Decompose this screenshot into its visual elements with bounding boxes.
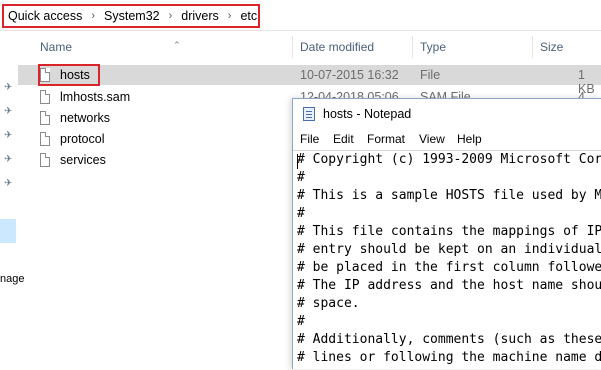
text-line: # This is a sample HOSTS file used by Mi… xyxy=(297,188,601,203)
text-line: # space. xyxy=(297,296,360,311)
navigation-pane: ✈ ✈ ✈ ✈ ✈ nage xyxy=(0,31,24,368)
breadcrumb-system32[interactable]: System32 xyxy=(104,9,160,23)
notepad-icon xyxy=(303,107,315,121)
text-line: # The IP address and the host name shoul… xyxy=(297,278,601,293)
file-date: 10-07-2015 16:32 xyxy=(300,68,399,82)
pin-icon[interactable]: ✈ xyxy=(4,179,14,189)
chevron-right-icon[interactable]: › xyxy=(169,10,173,22)
column-divider[interactable] xyxy=(532,36,533,58)
menu-view[interactable]: View xyxy=(419,132,445,146)
pin-icon[interactable]: ✈ xyxy=(4,131,14,141)
column-divider[interactable] xyxy=(292,36,293,58)
pin-icon[interactable]: ✈ xyxy=(4,155,14,165)
file-icon xyxy=(40,90,50,104)
file-icon xyxy=(40,153,50,167)
menu-file[interactable]: File xyxy=(300,132,319,146)
column-date-modified[interactable]: Date modified xyxy=(300,40,374,54)
name-highlight-box xyxy=(38,64,100,86)
column-size[interactable]: Size xyxy=(540,40,563,54)
menu-format[interactable]: Format xyxy=(367,132,405,146)
column-header: Name ⌃ Date modified Type Size xyxy=(18,36,601,58)
file-name[interactable]: networks xyxy=(60,111,110,125)
file-type: File xyxy=(420,68,441,82)
menu-bar: File Edit Format View Help xyxy=(293,129,601,149)
file-name[interactable]: lmhosts.sam xyxy=(60,90,130,104)
file-icon xyxy=(40,132,50,146)
text-line: # xyxy=(297,170,305,185)
column-type[interactable]: Type xyxy=(420,40,446,54)
file-name[interactable]: protocol xyxy=(60,132,104,146)
chevron-right-icon[interactable]: › xyxy=(228,10,232,22)
nav-item-selected[interactable] xyxy=(0,219,16,243)
menu-edit[interactable]: Edit xyxy=(333,132,354,146)
notepad-window[interactable]: hosts - Notepad File Edit Format View He… xyxy=(292,98,601,369)
file-row-hosts[interactable]: hosts 10-07-2015 16:32 File 1 KB xyxy=(18,65,601,96)
text-line: # lines or following the machine name de… xyxy=(297,350,601,365)
breadcrumb[interactable]: Quick access › System32 › drivers › etc xyxy=(2,4,260,28)
window-title: hosts - Notepad xyxy=(323,107,412,121)
pin-icon[interactable]: ✈ xyxy=(4,83,14,93)
breadcrumb-quick-access[interactable]: Quick access xyxy=(8,9,82,23)
breadcrumb-drivers[interactable]: drivers xyxy=(181,9,219,23)
text-line: # This file contains the mappings of IP … xyxy=(297,224,601,239)
nav-item-label[interactable]: nage xyxy=(0,273,24,285)
text-editor[interactable]: # Copyright (c) 1993-2009 Microsoft Corp… xyxy=(293,150,601,370)
notepad-title-bar[interactable]: hosts - Notepad xyxy=(293,99,601,129)
file-name[interactable]: services xyxy=(60,153,106,167)
address-bar[interactable]: Quick access › System32 › drivers › etc xyxy=(0,0,601,31)
text-line: # Additionally, comments (such as these)… xyxy=(297,332,601,347)
menu-help[interactable]: Help xyxy=(457,132,482,146)
breadcrumb-etc[interactable]: etc xyxy=(240,9,257,23)
file-icon xyxy=(40,111,50,125)
pin-icon[interactable]: ✈ xyxy=(4,107,14,117)
column-name[interactable]: Name xyxy=(40,40,72,54)
chevron-right-icon[interactable]: › xyxy=(91,10,95,22)
text-line: # entry should be kept on an individual … xyxy=(297,242,601,257)
text-line: # xyxy=(297,206,305,221)
text-line: # be placed in the first column followed… xyxy=(297,260,601,275)
text-line: # Copyright (c) 1993-2009 Microsoft Corp… xyxy=(297,152,601,167)
text-line: # xyxy=(297,314,305,329)
sort-caret-icon: ⌃ xyxy=(173,40,181,50)
column-divider[interactable] xyxy=(412,36,413,58)
